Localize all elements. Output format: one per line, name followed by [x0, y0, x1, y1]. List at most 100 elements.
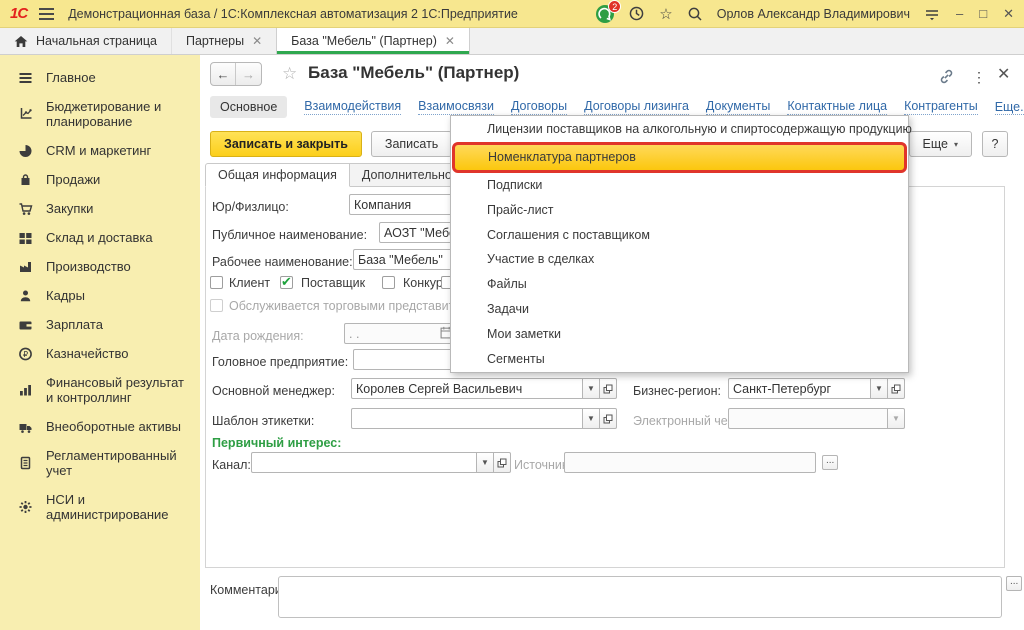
tab-close-icon[interactable]: ✕	[252, 34, 262, 48]
legal-type-label: Юр/Физлицо:	[212, 200, 289, 214]
channel-label: Канал:	[212, 458, 251, 472]
supplier-checkbox-label[interactable]: Поставщик	[301, 276, 365, 290]
svg-text:₽: ₽	[22, 350, 27, 359]
open-item-button[interactable]	[600, 378, 617, 399]
supplier-checkbox[interactable]	[280, 276, 293, 289]
business-region-input[interactable]	[728, 378, 871, 399]
menu-item-tasks[interactable]: Задачи	[451, 297, 908, 322]
nav-more[interactable]: Еще...▾	[995, 100, 1024, 115]
menu-item-price-list[interactable]: Прайс-лист	[451, 197, 908, 222]
grid-icon	[12, 231, 38, 245]
dropdown-arrow-button[interactable]: ▼	[888, 408, 905, 429]
tab-general-info[interactable]: Общая информация	[205, 163, 350, 187]
dropdown-arrow-button[interactable]: ▼	[583, 378, 600, 399]
open-item-button[interactable]	[888, 378, 905, 399]
sidebar-item-budgeting[interactable]: Бюджетирование и планирование	[0, 92, 200, 136]
nav-leasing-contracts[interactable]: Договоры лизинга	[584, 99, 689, 115]
manager-input[interactable]	[351, 378, 583, 399]
sidebar-item-regulated[interactable]: Регламентированный учет	[0, 441, 200, 485]
save-and-close-button[interactable]: Записать и закрыть	[210, 131, 362, 157]
menu-item-files[interactable]: Файлы	[451, 272, 908, 297]
label-template-input[interactable]	[351, 408, 583, 429]
ledger-icon	[12, 456, 38, 470]
bar-chart-icon	[12, 383, 38, 397]
menu-item-supplier-agreements[interactable]: Соглашения с поставщиком	[451, 222, 908, 247]
home-icon	[14, 35, 28, 48]
nav-main[interactable]: Основное	[210, 96, 287, 118]
menu-item-subscriptions[interactable]: Подписки	[451, 173, 908, 198]
served-by-reps-checkbox[interactable]	[210, 299, 223, 312]
dropdown-arrow-button[interactable]: ▼	[477, 452, 494, 473]
get-link-icon[interactable]	[938, 68, 955, 90]
e-receipt-input[interactable]	[728, 408, 888, 429]
sidebar-item-admin[interactable]: НСИ и администрирование	[0, 485, 200, 529]
public-name-label: Публичное наименование:	[212, 228, 367, 242]
save-button[interactable]: Записать	[371, 131, 452, 157]
menu-item-licenses[interactable]: Лицензии поставщиков на алкогольную и сп…	[451, 117, 908, 142]
discussions-icon[interactable]: 2	[596, 5, 614, 23]
e-receipt-label: Электронный чек:	[633, 414, 737, 428]
nav-relations[interactable]: Взаимосвязи	[418, 99, 494, 115]
window-close-button[interactable]: ✕	[1003, 7, 1014, 20]
menu-item-my-notes[interactable]: Мои заметки	[451, 321, 908, 346]
history-nav-buttons: ← →	[210, 62, 262, 86]
sidebar-item-assets[interactable]: Внеоборотные активы	[0, 412, 200, 441]
tab-close-icon[interactable]: ✕	[445, 34, 455, 48]
more-button[interactable]: Еще▾	[909, 131, 972, 157]
dropdown-arrow-button[interactable]: ▼	[583, 408, 600, 429]
menu-item-segments[interactable]: Сегменты	[451, 346, 908, 371]
app-window: 1С Демонстрационная база / 1С:Комплексна…	[0, 0, 1024, 630]
open-item-button[interactable]	[600, 408, 617, 429]
window-tabbar: Начальная страница Партнеры ✕ База "Мебе…	[0, 28, 1024, 55]
dropdown-arrow-button[interactable]: ▼	[871, 378, 888, 399]
sidebar-item-glavnoe[interactable]: Главное	[0, 63, 200, 92]
search-icon[interactable]	[687, 6, 703, 22]
nav-interactions[interactable]: Взаимодействия	[304, 99, 401, 115]
history-icon[interactable]	[628, 5, 645, 22]
nav-documents[interactable]: Документы	[706, 99, 770, 115]
sidebar-item-warehouse[interactable]: Склад и доставка	[0, 223, 200, 252]
comment-textarea[interactable]	[278, 576, 1002, 618]
client-checkbox[interactable]	[210, 276, 223, 289]
app-title: Демонстрационная база / 1С:Комплексная а…	[68, 7, 518, 21]
sidebar-item-finresult[interactable]: Финансовый результат и контроллинг	[0, 368, 200, 412]
sidebar-item-crm[interactable]: CRM и маркетинг	[0, 136, 200, 165]
window-maximize-button[interactable]: □	[979, 7, 987, 20]
menu-item-partner-nomenclature[interactable]: Номенклатура партнеров	[452, 142, 907, 173]
tab-partners[interactable]: Партнеры ✕	[172, 28, 276, 54]
competitor-checkbox[interactable]	[382, 276, 395, 289]
window-minimize-button[interactable]: –	[956, 7, 963, 20]
tab-additional[interactable]: Дополнительно	[350, 163, 465, 187]
channel-input[interactable]	[251, 452, 477, 473]
help-button[interactable]: ?	[982, 131, 1008, 157]
sidebar-item-hr[interactable]: Кадры	[0, 281, 200, 310]
sidebar-item-salary[interactable]: Зарплата	[0, 310, 200, 339]
comment-ellipsis-button[interactable]: ...	[1006, 576, 1022, 591]
nav-counterparties[interactable]: Контрагенты	[904, 99, 978, 115]
menu-item-deal-participation[interactable]: Участие в сделках	[451, 247, 908, 272]
client-checkbox-label[interactable]: Клиент	[229, 276, 270, 290]
forward-button[interactable]: →	[236, 63, 261, 85]
favorites-star-icon[interactable]: ☆	[659, 5, 672, 23]
sidebar-item-treasury[interactable]: ₽ Казначейство	[0, 339, 200, 368]
nav-contact-persons[interactable]: Контактные лица	[787, 99, 887, 115]
source-ellipsis-button[interactable]: ...	[822, 455, 838, 470]
truck-icon	[12, 420, 38, 434]
sidebar-item-production[interactable]: Производство	[0, 252, 200, 281]
current-user: Орлов Александр Владимирович	[717, 7, 910, 21]
sidebar-item-sales[interactable]: Продажи	[0, 165, 200, 194]
tab-home[interactable]: Начальная страница	[0, 28, 172, 54]
back-button[interactable]: ←	[211, 63, 236, 85]
form-close-icon[interactable]: ✕	[997, 67, 1010, 83]
more-actions-kebab-icon[interactable]: ⋮	[972, 69, 986, 86]
tab-partner-card[interactable]: База "Мебель" (Партнер) ✕	[276, 28, 470, 54]
nav-contracts[interactable]: Договоры	[511, 99, 567, 115]
add-to-favorites-star-icon[interactable]: ☆	[282, 65, 297, 82]
sidebar-item-purchases[interactable]: Закупки	[0, 194, 200, 223]
source-input[interactable]	[564, 452, 816, 473]
served-by-reps-label: Обслуживается торговыми представителя	[229, 299, 475, 313]
main-menu-icon[interactable]	[39, 8, 54, 20]
open-item-button[interactable]	[494, 452, 511, 473]
service-menu-icon[interactable]	[924, 6, 940, 22]
business-region-label: Бизнес-регион:	[633, 384, 721, 398]
